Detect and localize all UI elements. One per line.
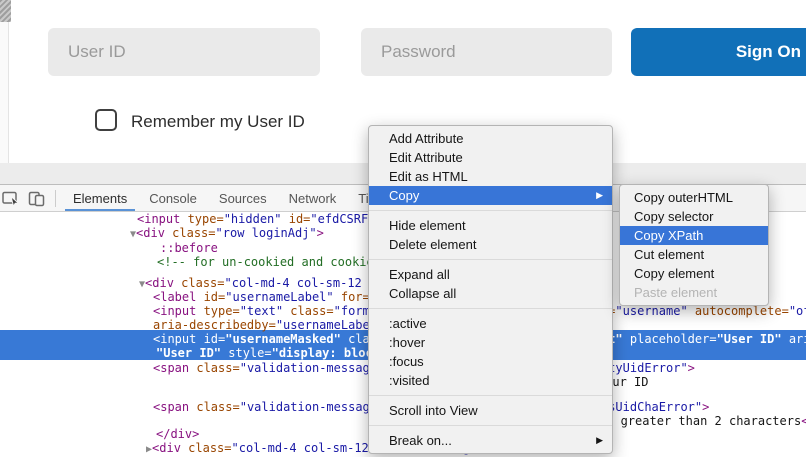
- code-token: class=: [290, 304, 333, 318]
- code-token: <div: [152, 441, 188, 455]
- code-token: <span: [153, 361, 196, 375]
- code-token: </div>: [156, 427, 199, 441]
- menu-item-delete-element[interactable]: Delete element: [369, 235, 612, 254]
- submenu-item-cut-element[interactable]: Cut element: [620, 245, 768, 264]
- code-token: style=: [228, 346, 271, 360]
- submenu-item-copy-outerhtml[interactable]: Copy outerHTML: [620, 188, 768, 207]
- code-token: placeholder=: [630, 332, 717, 346]
- menu-item-focus[interactable]: :focus: [369, 352, 612, 371]
- code-token: <div: [136, 226, 172, 240]
- code-token: class=: [196, 361, 239, 375]
- code-token: "usernameMasked": [225, 332, 348, 346]
- submenu-item-copy-xpath[interactable]: Copy XPath: [620, 226, 768, 245]
- menu-item-hover[interactable]: :hover: [369, 333, 612, 352]
- code-token: type=: [204, 304, 240, 318]
- code-token: class=: [188, 441, 231, 455]
- code-line[interactable]: "User ID" style="display: block;">: [156, 346, 402, 361]
- menu-item-copy[interactable]: Copy▶: [369, 186, 612, 205]
- code-token: "username": [615, 304, 694, 318]
- code-line[interactable]: ▼<div class="row loginAdj">: [130, 226, 324, 242]
- code-line[interactable]: </div>: [156, 427, 199, 442]
- code-token: <input: [137, 212, 188, 226]
- menu-item-active[interactable]: :active: [369, 314, 612, 333]
- code-token: "row loginAdj": [216, 226, 317, 240]
- code-token: class=: [181, 276, 224, 290]
- menu-item-break-on[interactable]: Break on...▶: [369, 431, 612, 450]
- submenu-arrow-icon: ▶: [596, 431, 603, 450]
- context-menu: Add AttributeEdit AttributeEdit as HTMLC…: [368, 125, 613, 454]
- menu-separator: [369, 395, 612, 396]
- menu-item-add-attribute[interactable]: Add Attribute: [369, 129, 612, 148]
- menu-item-edit-as-html[interactable]: Edit as HTML: [369, 167, 612, 186]
- code-token: ::before: [160, 241, 218, 255]
- menu-item-edit-attribute[interactable]: Edit Attribute: [369, 148, 612, 167]
- code-token: >: [688, 361, 695, 375]
- submenu-arrow-icon: ▶: [596, 186, 603, 205]
- code-token: <div: [145, 276, 181, 290]
- code-token: id=: [289, 212, 311, 226]
- code-token: class=: [196, 400, 239, 414]
- code-token: "off": [789, 304, 806, 318]
- code-token: >: [702, 400, 709, 414]
- menu-item-scroll-into-view[interactable]: Scroll into View: [369, 401, 612, 420]
- code-token: "usernameLabel": [225, 290, 341, 304]
- menu-separator: [369, 425, 612, 426]
- code-token: <label: [153, 290, 204, 304]
- code-token: "hidden": [224, 212, 289, 226]
- code-token: aria-describedby=: [153, 318, 276, 332]
- code-token: "User ID": [156, 346, 228, 360]
- menu-item-expand-all[interactable]: Expand all: [369, 265, 612, 284]
- code-token: <input: [153, 304, 204, 318]
- code-token: autocomplete=: [695, 304, 789, 318]
- submenu-item-copy-selector[interactable]: Copy selector: [620, 207, 768, 226]
- menu-item-hide-element[interactable]: Hide element: [369, 216, 612, 235]
- code-token: <span: [153, 400, 196, 414]
- menu-separator: [369, 308, 612, 309]
- code-token: for=: [341, 290, 370, 304]
- code-token: type=: [188, 212, 224, 226]
- submenu-item-copy-element[interactable]: Copy element: [620, 264, 768, 283]
- code-token: "User ID": [717, 332, 789, 346]
- code-token: </span>: [801, 414, 806, 428]
- code-token: aria-label=: [789, 332, 806, 346]
- copy-submenu: Copy outerHTMLCopy selectorCopy XPathCut…: [619, 184, 769, 306]
- menu-item-collapse-all[interactable]: Collapse all: [369, 284, 612, 303]
- menu-separator: [369, 259, 612, 260]
- submenu-item-paste-element: Paste element: [620, 283, 768, 302]
- menu-separator: [369, 210, 612, 211]
- code-token: id=: [204, 332, 226, 346]
- code-line[interactable]: ::before: [160, 241, 218, 256]
- menu-item-visited[interactable]: :visited: [369, 371, 612, 390]
- code-token: id=: [204, 290, 226, 304]
- code-token: "text": [240, 304, 291, 318]
- code-token: >: [317, 226, 324, 240]
- code-token: class=: [172, 226, 215, 240]
- code-token: <input: [153, 332, 204, 346]
